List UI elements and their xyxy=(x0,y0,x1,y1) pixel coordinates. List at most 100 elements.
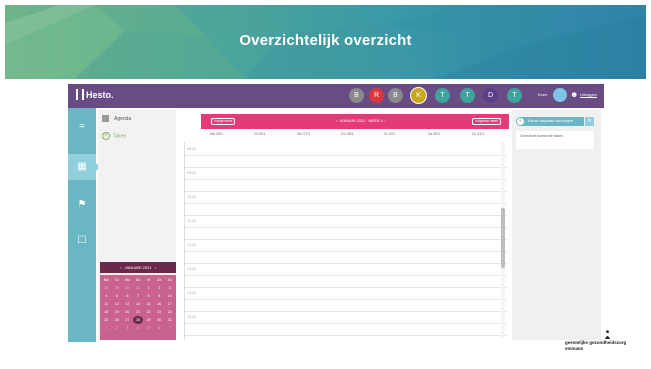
half-hour-gridline xyxy=(185,335,507,336)
team-avatar[interactable]: B xyxy=(349,88,364,103)
mini-calendar-day[interactable]: 21 xyxy=(133,308,144,316)
mini-calendar-day[interactable]: 15 xyxy=(143,300,154,308)
mini-calendar-day[interactable]: 7 xyxy=(164,324,175,332)
hour-gridline xyxy=(185,155,507,156)
mini-calendar-day[interactable]: 26 xyxy=(112,316,123,324)
mini-calendar-weekday: Do xyxy=(135,278,141,282)
mini-calendar-day[interactable]: 2 xyxy=(112,324,123,332)
mini-calendar-day[interactable]: 17 xyxy=(164,300,175,308)
mini-calendar-day[interactable]: 29 xyxy=(143,316,154,324)
mini-calendar-weekday: Di xyxy=(115,278,119,282)
nav-calendar-icon[interactable]: ▦ xyxy=(68,154,100,180)
mini-calendar-day[interactable]: 18 xyxy=(101,308,112,316)
mini-calendar-day[interactable]: 30 xyxy=(122,284,133,292)
mini-calendar-day[interactable]: 3 xyxy=(164,284,175,292)
hour-label: 14:00 xyxy=(187,291,196,295)
team-avatar[interactable]: D xyxy=(483,88,498,103)
hour-label: 15:00 xyxy=(187,315,196,319)
week-grid[interactable]: 08:00 09:00 10:00 11:00 12:00 13:00 14:00 15:00 xyxy=(184,142,507,340)
half-hour-gridline xyxy=(185,311,507,312)
mini-calendar-day[interactable]: 7 xyxy=(133,292,144,300)
mini-calendar-day[interactable]: 20 xyxy=(122,308,133,316)
team-avatar[interactable]: T xyxy=(507,88,522,103)
mini-calendar-day[interactable]: 11 xyxy=(101,300,112,308)
mini-calendar-day[interactable]: 22 xyxy=(143,308,154,316)
mini-calendar-day[interactable]: 28 xyxy=(132,316,144,324)
logout-link[interactable]: Uitloggen xyxy=(580,92,597,97)
mini-calendar-day[interactable]: 1 xyxy=(101,324,112,332)
user-name: Koen xyxy=(538,92,548,97)
checkbox-icon[interactable] xyxy=(102,115,109,122)
mini-calendar-day[interactable]: 9 xyxy=(154,292,165,300)
hour-label: 11:00 xyxy=(187,219,196,223)
mini-calendar-day[interactable]: 13 xyxy=(122,300,133,308)
half-hour-gridline xyxy=(185,167,507,168)
team-avatar[interactable]: K xyxy=(411,88,426,103)
mini-calendar-weekday: Za xyxy=(157,278,162,282)
mini-calendar-day[interactable]: 3 xyxy=(122,324,133,332)
footer-org: geestelijke gezondheidszorg xyxy=(565,340,627,345)
half-hour-gridline xyxy=(185,287,507,288)
mini-calendar-day[interactable]: 30 xyxy=(154,316,165,324)
weekday-header: Do 28/1 xyxy=(341,132,354,136)
mini-calendar-day[interactable]: 24 xyxy=(164,308,175,316)
team-avatar[interactable]: T xyxy=(460,88,475,103)
nav-dashboard-icon[interactable]: ≈ xyxy=(68,114,96,140)
half-hour-gridline xyxy=(185,191,507,192)
mini-calendar-day[interactable]: 12 xyxy=(112,300,123,308)
user-avatar[interactable] xyxy=(553,88,567,102)
team-avatar[interactable]: B xyxy=(388,88,403,103)
hour-gridline xyxy=(185,179,507,180)
mini-calendar-day[interactable]: 31 xyxy=(164,316,175,324)
mini-calendar-day[interactable]: 23 xyxy=(154,308,165,316)
mini-calendar-day[interactable]: 28 xyxy=(101,284,112,292)
mini-calendar-day[interactable]: 10 xyxy=(164,292,175,300)
nav-messages-icon[interactable]: ☐ xyxy=(68,228,96,254)
hour-gridline xyxy=(185,323,507,324)
side-nav: ≈ ▦ ⚑ ☐ xyxy=(68,108,100,342)
mini-calendar-day[interactable]: 5 xyxy=(143,324,154,332)
mini-calendar-day[interactable]: 2 xyxy=(154,284,165,292)
hour-label: 09:00 xyxy=(187,171,196,175)
emmaus-logo-icon xyxy=(605,330,610,339)
mini-calendar-day[interactable]: 16 xyxy=(154,300,165,308)
mini-calendar-day[interactable]: 4 xyxy=(101,292,112,300)
mini-calendar-day[interactable]: 5 xyxy=(112,292,123,300)
calendar-header: Vorige week ‹ JANUARI 2021 · WEEK 4 › Vo… xyxy=(201,114,509,129)
plus-icon[interactable]: + xyxy=(102,132,110,140)
slide-title: Overzichtelijk overzicht xyxy=(239,32,412,49)
user-icon[interactable]: ☻ xyxy=(570,90,578,99)
hour-label: 12:00 xyxy=(187,243,196,247)
panel-toggle-icon[interactable]: ✕ xyxy=(585,117,594,126)
weekday-header: Zo 31/1 xyxy=(472,132,485,136)
mini-calendar-day[interactable]: 31 xyxy=(133,284,144,292)
calendar-title: ‹ JANUARI 2021 · WEEK 4 › xyxy=(335,119,387,123)
hesto-logo[interactable]: Hesto. xyxy=(76,89,114,100)
mini-calendar-day[interactable]: 19 xyxy=(112,308,123,316)
half-hour-gridline xyxy=(185,215,507,216)
hour-gridline xyxy=(185,251,507,252)
previous-week-button[interactable]: Vorige week xyxy=(211,118,236,125)
hour-gridline xyxy=(185,203,507,204)
team-avatar[interactable]: T xyxy=(435,88,450,103)
weekday-headers: Ma 25/1 Di 26/1 Wo 27/1 Do 28/1 Vr 29/1 Za 30… xyxy=(184,132,504,140)
hour-label: 10:00 xyxy=(187,195,196,199)
team-avatar[interactable]: R xyxy=(369,88,384,103)
mini-calendar-day[interactable]: 8 xyxy=(143,292,154,300)
next-week-button[interactable]: Volgende week xyxy=(472,118,501,125)
mini-calendar-day[interactable]: 29 xyxy=(112,284,123,292)
nav-clients-icon[interactable]: ⚑ xyxy=(68,192,96,218)
agenda-toggle[interactable]: Agenda xyxy=(102,115,131,122)
add-tasks-item[interactable]: + Taken xyxy=(102,132,126,140)
mini-calendar-day[interactable]: 6 xyxy=(122,292,133,300)
mini-calendar-day[interactable]: 14 xyxy=(133,300,144,308)
mini-calendar-day[interactable]: 27 xyxy=(122,316,133,324)
app-window: Hesto. BRBKTTDT Koen ☻ Uitloggen ≈ ▦ ⚑ ☐… xyxy=(68,84,604,342)
add-appointment-button[interactable]: + Nieuw afspraak toevoegen xyxy=(516,117,584,126)
mini-calendar-day[interactable]: 6 xyxy=(154,324,165,332)
mini-calendar: ‹ JANUARI 2021 › Ma Di Wo Do Vr Za Zo 28 29 30 31 1… xyxy=(100,262,176,340)
mini-calendar-day[interactable]: 4 xyxy=(133,324,144,332)
mini-calendar-day[interactable]: 25 xyxy=(101,316,112,324)
mini-calendar-day[interactable]: 1 xyxy=(143,284,154,292)
calendar-scroll-thumb[interactable] xyxy=(501,208,505,268)
